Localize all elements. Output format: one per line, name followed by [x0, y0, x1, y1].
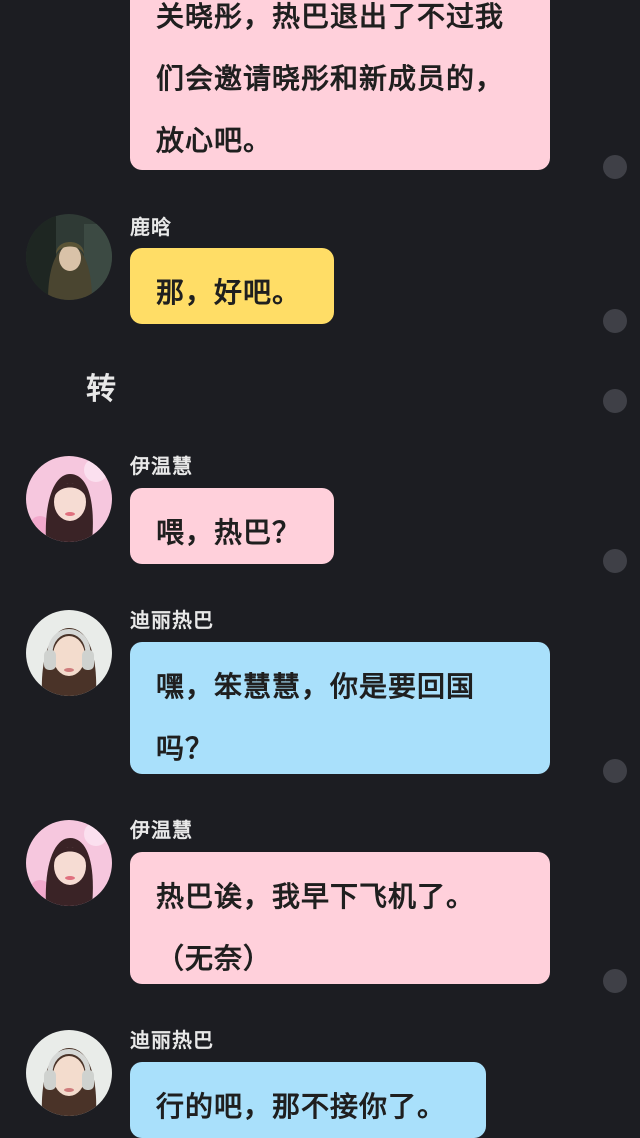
chat-bubble[interactable]: 关晓彤，热巴退出了不过我 们会邀请晓彤和新成员的， 放心吧。 — [130, 0, 550, 170]
chat-bubble[interactable]: 那，好吧。 — [130, 248, 334, 324]
girl-pink-photo-icon — [26, 820, 112, 906]
status-dot-icon — [603, 549, 627, 573]
avatar-yiwenhui[interactable] — [26, 820, 112, 906]
sender-name: 伊温慧 — [130, 454, 193, 478]
status-dot-icon — [603, 759, 627, 783]
status-dot-icon — [603, 155, 627, 179]
avatar-dilireba[interactable] — [26, 1030, 112, 1116]
woman-headphones-photo-icon — [26, 1030, 112, 1116]
chat-bubble[interactable]: 行的吧，那不接你了。 — [130, 1062, 486, 1138]
sender-name: 伊温慧 — [130, 818, 193, 842]
girl-pink-photo-icon — [26, 456, 112, 542]
status-dot-icon — [603, 969, 627, 993]
chat-bubble[interactable]: 喂，热巴？ — [130, 488, 334, 564]
avatar-yiwenhui[interactable] — [26, 456, 112, 542]
chat-bubble[interactable]: 热巴诶，我早下飞机了。 （无奈） — [130, 852, 550, 984]
woman-headphones-photo-icon — [26, 610, 112, 696]
status-dot-icon — [603, 309, 627, 333]
avatar-dilireba[interactable] — [26, 610, 112, 696]
hooded-man-photo-icon — [26, 214, 112, 300]
sender-name: 鹿晗 — [130, 215, 172, 239]
status-dot-icon — [603, 389, 627, 413]
avatar-luhan[interactable] — [26, 214, 112, 300]
sender-name: 迪丽热巴 — [130, 608, 214, 632]
narration-text: 转 — [86, 372, 116, 407]
chat-bubble[interactable]: 嘿，笨慧慧，你是要回国 吗？ — [130, 642, 550, 774]
sender-name: 迪丽热巴 — [130, 1028, 214, 1052]
